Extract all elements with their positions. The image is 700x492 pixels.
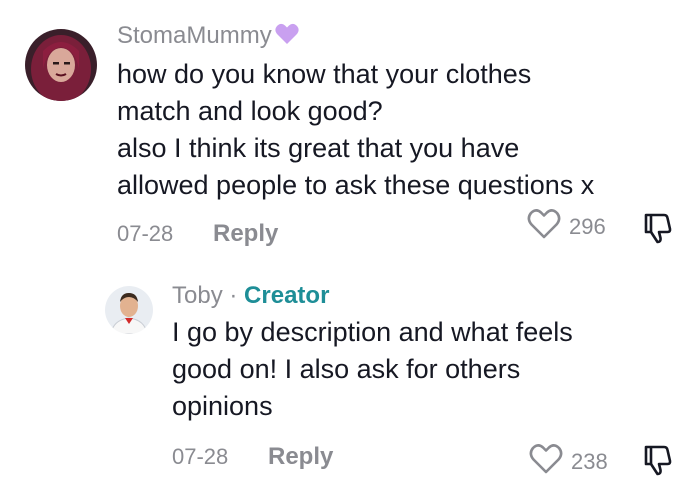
comment-text-line: I go by description and what feels [172,317,573,347]
comment-text-line: match and look good? [117,96,383,126]
username-label[interactable]: StomaMummy [117,22,272,49]
comment-text: I go by description and what feels good … [172,314,573,425]
comment-text-line: good on! I also ask for others [172,354,521,384]
username-label[interactable]: Toby [172,282,223,309]
like-button[interactable]: 238 [529,443,608,480]
avatar-image [105,286,153,334]
creator-badge: Creator [244,282,330,309]
like-count: 238 [571,448,608,474]
comment-text-line: how do you know that your clothes [117,59,532,89]
comment-text-line: allowed people to ask these questions x [117,170,595,200]
comment-date: 07-28 [172,444,229,469]
heart-outline-icon [529,443,563,480]
separator-dot: · [229,282,238,309]
username[interactable]: StomaMummy [117,22,300,53]
reply-comment: Toby · Creator I go by description and w… [0,260,700,492]
avatar-image [25,29,97,101]
comment: StomaMummy how do you know that your clo… [0,0,700,260]
comment-text-line: opinions [172,391,273,421]
reply-button[interactable]: Reply [268,443,333,471]
avatar[interactable] [25,29,97,101]
avatar[interactable] [105,286,153,334]
comment-text-line: also I think its great that you have [117,133,520,163]
dislike-icon[interactable] [640,443,674,482]
comment-date: 07-28 [117,221,174,246]
like-button[interactable]: 296 [527,208,606,245]
reply-button[interactable]: Reply [213,220,278,248]
username[interactable]: Toby · Creator [172,282,329,310]
like-count: 296 [569,213,606,239]
dislike-icon[interactable] [640,211,674,250]
heart-outline-icon [527,208,561,245]
purple-heart-icon [274,22,300,53]
comment-text: how do you know that your clothes match … [117,56,594,204]
